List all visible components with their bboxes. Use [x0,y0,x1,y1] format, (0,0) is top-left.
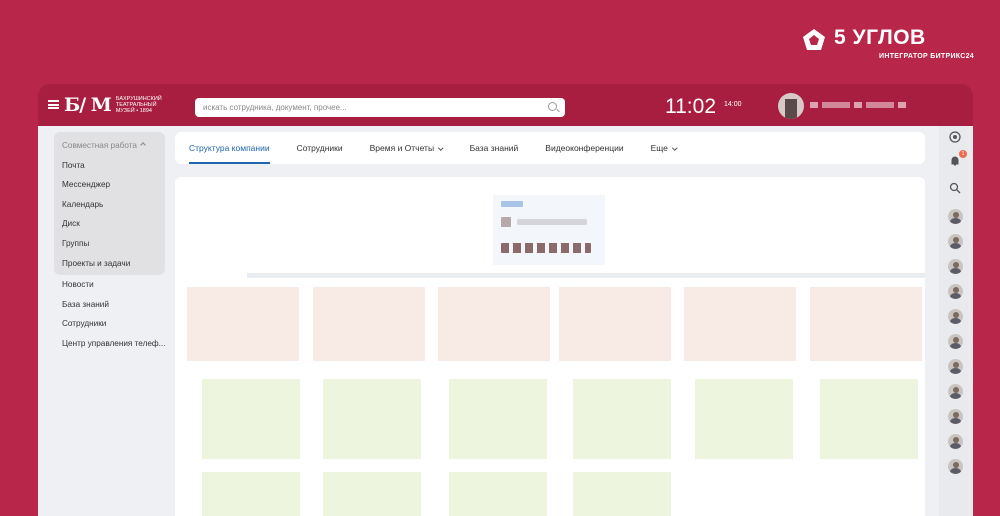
menu-item-disk[interactable]: Диск [54,214,165,234]
app-window: Б/ М БАХРУШИНСКИЙ ТЕАТРАЛЬНЫЙ МУЗЕЙ • 18… [38,84,973,516]
contact-avatar[interactable] [948,284,963,299]
tab-label: Сотрудники [296,143,343,153]
team-card[interactable] [820,379,918,459]
contact-avatar[interactable] [948,309,963,324]
brand-subtitle: ИНТЕГРАТОР БИТРИКС24 [879,53,974,60]
work-time[interactable]: 14:00 [724,101,742,108]
menu-items: Новости База знаний Сотрудники Центр упр… [54,275,166,353]
tab-employees[interactable]: Сотрудники [297,132,343,164]
department-card[interactable] [559,287,671,361]
team-card[interactable] [323,472,421,516]
search-icon[interactable] [548,102,557,111]
tab-time-reports[interactable]: Время и Отчеты [369,132,444,164]
contact-avatar[interactable] [948,434,963,449]
search-placeholder: искать сотрудника, документ, прочее... [203,103,347,112]
contact-avatar[interactable] [948,259,963,274]
org-chart-canvas [175,177,925,516]
avatar [501,217,511,227]
contact-avatar[interactable] [948,359,963,374]
menu-item-groups[interactable]: Группы [54,234,165,254]
brand-name: 5 УГЛОВ [834,26,926,49]
menu-item-projects[interactable]: Проекты и задачи [54,254,165,274]
department-card[interactable] [810,287,922,361]
tab-video-conferences[interactable]: Видеоконференции [545,132,623,164]
tab-company-structure[interactable]: Структура компании [189,132,270,164]
tab-label: Еще [650,143,668,153]
user-name-blurred[interactable] [810,102,910,108]
left-menu: Совместная работа Почта Мессенджер Кален… [54,132,166,516]
header: Б/ М БАХРУШИНСКИЙ ТЕАТРАЛЬНЫЙ МУЗЕЙ • 18… [38,84,973,126]
tab-knowledge-base[interactable]: База знаний [470,132,519,164]
museum-logo[interactable]: Б/ М БАХРУШИНСКИЙ ТЕАТРАЛЬНЫЙ МУЗЕЙ • 18… [64,94,172,116]
team-card[interactable] [695,379,793,459]
department-card[interactable] [438,287,550,361]
org-chart-root-card[interactable] [493,195,605,265]
menu-item-employees[interactable]: Сотрудники [54,314,166,334]
department-card[interactable] [313,287,425,361]
chevron-up-icon [140,142,146,148]
contact-avatar[interactable] [948,459,963,474]
department-card[interactable] [187,287,299,361]
tab-label: База знаний [469,143,519,153]
notification-badge: 1 [959,150,967,158]
menu-item-messenger[interactable]: Мессенджер [54,175,165,195]
team-card[interactable] [449,379,547,459]
chevron-down-icon [672,144,678,150]
department-card[interactable] [684,287,796,361]
contact-avatar[interactable] [948,234,963,249]
top-tabs: Структура компании Сотрудники Время и От… [175,132,925,164]
menu-icon[interactable] [48,100,59,109]
menu-group-collaboration: Совместная работа Почта Мессенджер Кален… [54,132,165,276]
search-icon[interactable] [949,182,961,194]
team-card[interactable] [323,379,421,459]
clock[interactable]: 11:02 [665,95,716,119]
timeman-icon[interactable] [949,131,961,143]
search-input[interactable]: искать сотрудника, документ, прочее... [195,98,565,117]
integrator-brand: 5 УГЛОВ ИНТЕГРАТОР БИТРИКС24 [774,26,974,66]
employee-avatars [501,243,591,253]
menu-item-calendar[interactable]: Календарь [54,195,165,215]
team-card[interactable] [449,472,547,516]
contact-avatar[interactable] [948,209,963,224]
menu-item-telephony[interactable]: Центр управления телеф... [54,334,166,354]
contact-avatar[interactable] [948,409,963,424]
connector-line [247,273,925,278]
logo-text: БАХРУШИНСКИЙ ТЕАТРАЛЬНЫЙ МУЗЕЙ • 1894 [115,96,162,114]
chevron-down-icon [438,144,444,150]
right-rail: 1 [939,126,973,516]
avatar[interactable] [778,93,804,119]
menu-item-knowledge-base[interactable]: База знаний [54,295,166,315]
menu-group-title: Совместная работа [62,141,137,150]
menu-item-news[interactable]: Новости [54,275,166,295]
tab-more[interactable]: Еще [650,132,678,164]
menu-group-header[interactable]: Совместная работа [54,136,165,156]
tab-label: Структура компании [189,143,270,153]
blurred-text [517,219,587,225]
five-corners-logo-icon [803,29,825,50]
tab-label: Время и Отчеты [369,143,435,153]
logo-monogram: Б/ М [64,94,112,116]
team-card[interactable] [573,379,671,459]
team-card[interactable] [573,472,671,516]
team-card[interactable] [202,379,300,459]
tab-label: Видеоконференции [545,143,624,153]
blurred-text [501,201,523,207]
contact-avatar[interactable] [948,334,963,349]
team-card[interactable] [202,472,300,516]
menu-item-mail[interactable]: Почта [54,156,165,176]
contact-avatar[interactable] [948,384,963,399]
